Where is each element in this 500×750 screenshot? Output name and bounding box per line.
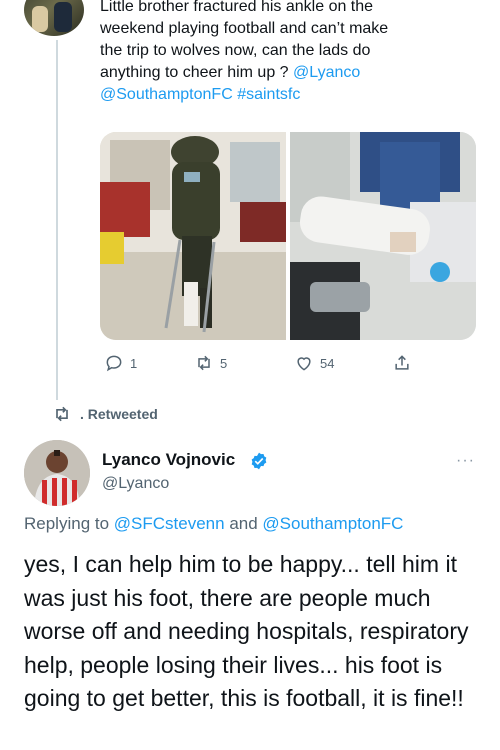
photo-grid (100, 132, 476, 340)
more-dots-icon[interactable]: ··· (456, 452, 475, 470)
display-name[interactable]: Lyanco Vojnovic (102, 450, 235, 470)
like-count: 54 (320, 355, 335, 371)
reply-tweet-text: yes, I can help him to be happy... tell … (24, 551, 469, 711)
replying-to: Replying to @SFCstevenn and @Southampton… (24, 514, 403, 534)
retweet-icon (56, 406, 68, 422)
tweet-text-line: the trip to wolves now, can the lads do (100, 42, 371, 59)
user-avatar[interactable] (24, 0, 84, 36)
tweet-text-fragment: anything to cheer him up ? (100, 64, 294, 81)
tweet-text: Little brother fractured his ankle on th… (100, 0, 480, 106)
like-icon (297, 357, 311, 371)
user-handle[interactable]: @Lyanco (102, 475, 169, 493)
share-icon (395, 355, 409, 370)
thread-line (56, 40, 58, 400)
reply-user-link-1[interactable]: @SFCstevenn (114, 514, 225, 533)
tweet-text-line: anything to cheer him up ? @Lyanco (100, 62, 480, 84)
retweet-count: 5 (220, 355, 228, 371)
photo-boy-crutches[interactable] (100, 132, 286, 340)
mention-link-lyanco[interactable]: @Lyanco (293, 64, 360, 81)
retweeted-banner: . Retweeted (52, 404, 158, 424)
tweet-text-line: @SouthamptonFC #saintsfc (100, 84, 480, 106)
reply-icon (106, 355, 122, 372)
tweet-text-line: weekend playing football and can’t make (100, 20, 389, 37)
retweet-action[interactable]: 5 (194, 353, 227, 373)
mention-link-southampton[interactable]: @SouthamptonFC (100, 86, 233, 103)
tweet-text-line: Little brother fractured his ankle on th… (100, 0, 374, 15)
like-action[interactable]: 54 (294, 353, 334, 373)
share-action[interactable] (392, 353, 412, 373)
tweet-actions: 1 5 54 (100, 353, 476, 377)
replying-prefix: Replying to (24, 514, 114, 533)
retweeted-label: . Retweeted (80, 406, 158, 422)
retweet-icon (198, 355, 210, 371)
reply-user-link-2[interactable]: @SouthamptonFC (262, 514, 403, 533)
lyanco-avatar[interactable] (24, 440, 90, 506)
verified-badge-icon (251, 452, 267, 470)
hashtag-link[interactable]: #saintsfc (237, 86, 300, 103)
photo-leg-cast[interactable] (290, 132, 476, 340)
reply-count: 1 (130, 355, 138, 371)
replying-and: and (224, 514, 263, 533)
reply-action[interactable]: 1 (104, 353, 137, 373)
